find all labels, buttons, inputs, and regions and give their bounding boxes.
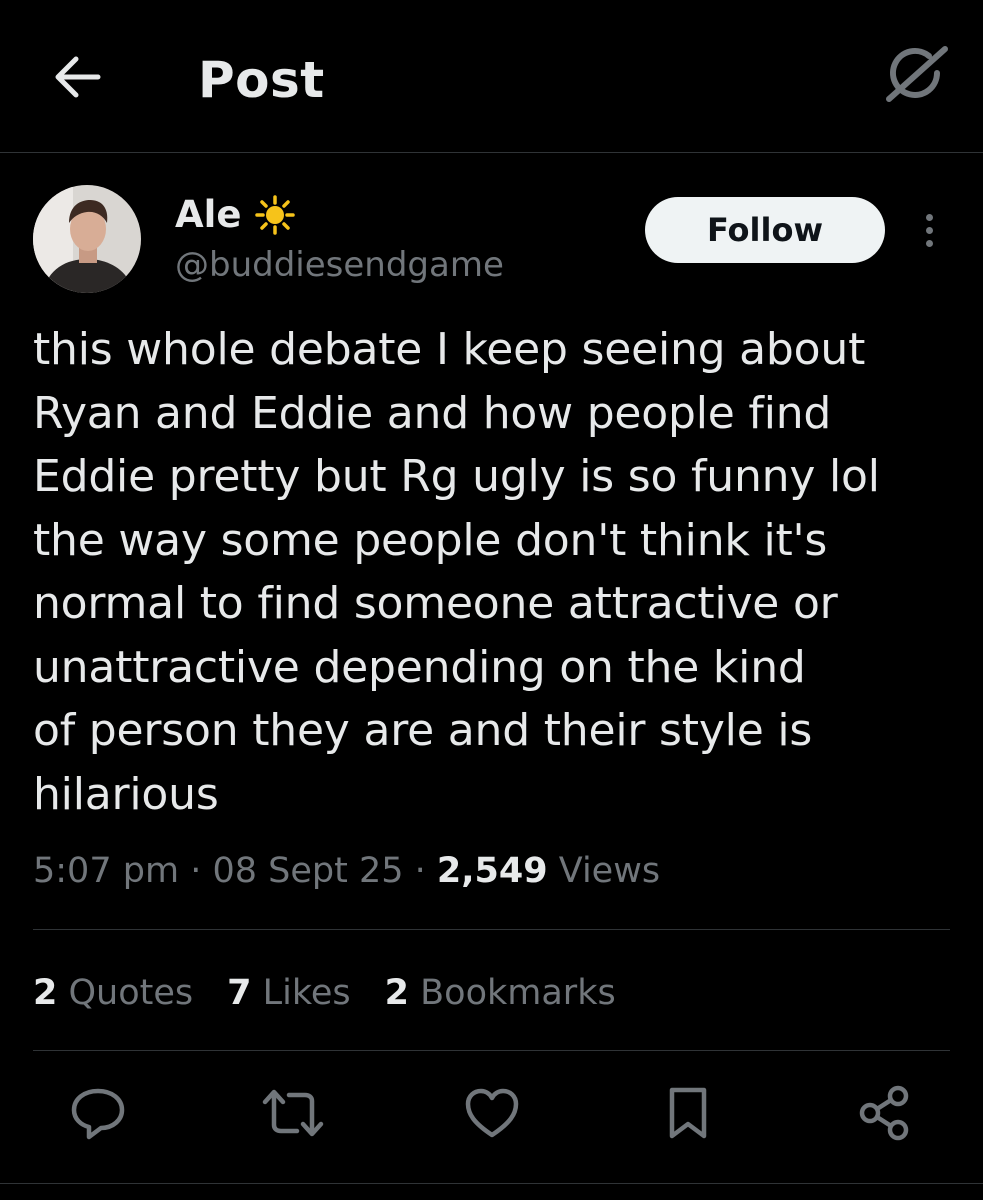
grok-icon — [881, 43, 951, 109]
meta-separator: · — [414, 851, 426, 891]
post-meta: 5:07 pm · 08 Sept 25 · 2,549 Views — [33, 846, 660, 896]
quotes-label: Quotes — [68, 973, 194, 1013]
repost-button[interactable] — [260, 1080, 326, 1150]
page-title: Post — [198, 51, 325, 109]
post-date[interactable]: 08 Sept 25 — [212, 851, 403, 891]
author-handle[interactable]: @buddiesendgame — [175, 242, 504, 288]
quotes-count: 2 — [33, 973, 58, 1013]
engagement-stats: 2 Quotes 7 Likes 2 Bookmarks — [33, 968, 650, 1018]
bookmarks-count: 2 — [384, 973, 410, 1013]
divider — [33, 929, 950, 930]
more-dot — [925, 226, 933, 234]
repost-icon — [259, 1085, 327, 1145]
bookmark-button[interactable] — [655, 1080, 721, 1150]
arrow-left-icon — [52, 55, 102, 103]
more-options-button[interactable] — [912, 205, 946, 255]
likes-count: 7 — [227, 973, 252, 1013]
share-button[interactable] — [851, 1080, 917, 1150]
divider — [33, 1050, 950, 1051]
divider — [0, 1183, 983, 1184]
heart-icon — [462, 1085, 522, 1145]
follow-button[interactable]: Follow — [645, 197, 885, 263]
action-bar — [0, 1080, 983, 1150]
more-dot — [925, 239, 933, 247]
share-icon — [854, 1084, 914, 1146]
top-bar: Post — [0, 0, 983, 153]
post-time[interactable]: 5:07 pm — [33, 851, 179, 891]
like-button[interactable] — [459, 1080, 525, 1150]
back-button[interactable] — [50, 52, 104, 106]
meta-separator: · — [190, 851, 202, 891]
likes-stat[interactable]: 7 Likes — [227, 968, 351, 1018]
sun-emoji-icon — [255, 195, 296, 235]
views-label: Views — [558, 851, 661, 891]
more-dot — [925, 213, 933, 221]
display-name-text: Ale — [175, 193, 242, 236]
avatar[interactable] — [33, 185, 141, 293]
quotes-stat[interactable]: 2 Quotes — [33, 968, 193, 1018]
bookmarks-stat[interactable]: 2 Bookmarks — [385, 968, 616, 1018]
grok-button[interactable] — [880, 44, 952, 108]
likes-label: Likes — [262, 973, 351, 1013]
views-count: 2,549 — [436, 851, 548, 891]
reply-icon — [68, 1085, 128, 1145]
bookmark-icon — [664, 1084, 712, 1146]
reply-button[interactable] — [65, 1080, 131, 1150]
author-name[interactable]: Ale — [175, 192, 296, 238]
post-text: this whole debate I keep seeing about Ry… — [33, 324, 880, 820]
bookmarks-label: Bookmarks — [420, 973, 616, 1013]
